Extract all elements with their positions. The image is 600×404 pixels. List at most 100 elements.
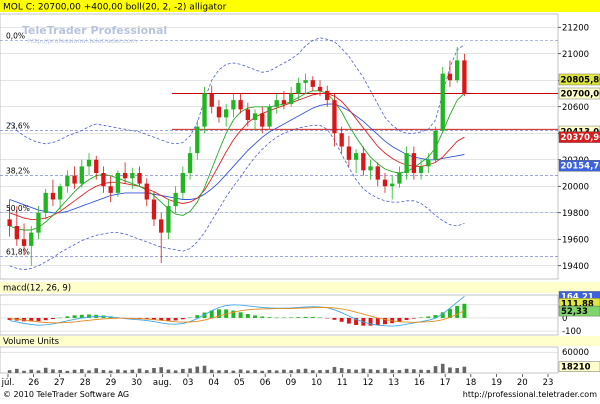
macd-panel: macd(12, 26, 9) 1000-100 164,21111,8852,… — [0, 282, 600, 337]
volume-bar — [412, 369, 416, 373]
volume-bar — [138, 369, 142, 373]
macd-histogram-bar — [188, 318, 192, 319]
volume-bar — [419, 370, 423, 373]
volume-bar — [398, 370, 402, 373]
candle-body — [36, 213, 40, 233]
volume-bar — [282, 370, 286, 373]
volume-bar — [217, 370, 221, 373]
volume-bar — [239, 369, 243, 373]
footer-copyright: © 2010 TeleTrader Software AG — [3, 390, 129, 399]
candle-body — [267, 107, 271, 127]
macd-histogram-bar — [289, 317, 293, 318]
candle-body — [340, 133, 344, 146]
time-tick-label: aug. — [153, 378, 172, 388]
macd-histogram-bar — [325, 318, 329, 319]
candle-body — [15, 226, 19, 239]
candle-body — [361, 153, 365, 170]
macd-histogram-bar — [332, 318, 336, 320]
price-tag-label: 20154,76 — [561, 162, 600, 172]
volume-bar — [58, 370, 62, 373]
time-tick-label: 06 — [260, 378, 271, 388]
volume-bar — [246, 371, 250, 373]
candle-body — [145, 184, 149, 200]
candle-body — [224, 109, 228, 117]
macd-histogram-bar — [426, 317, 430, 318]
watermark-url: http://professional.teletrader.com — [28, 37, 137, 45]
volume-axis: 60000 — [562, 348, 589, 358]
macd-histogram-bar — [405, 318, 409, 320]
price-tag-label: 20805,80 — [561, 75, 600, 85]
fib-label: 23,6% — [6, 122, 30, 131]
candle-body — [383, 180, 387, 187]
price-tick-label: 19600 — [562, 235, 589, 245]
volume-bar — [116, 369, 120, 373]
volume-bar — [203, 366, 207, 373]
fib-label: 38,2% — [6, 167, 30, 176]
candle-body — [130, 173, 134, 178]
volume-bar — [22, 371, 26, 373]
candle-body — [426, 160, 430, 167]
volume-title: Volume Units — [3, 337, 60, 347]
macd-tags: 164,21111,8852,33 — [559, 291, 600, 317]
candle-body — [123, 173, 127, 178]
macd-histogram-bar — [246, 314, 250, 318]
candle-body — [325, 91, 329, 100]
volume-bar — [210, 370, 214, 373]
candle-body — [87, 160, 91, 167]
time-tick-label: 23 — [543, 378, 554, 388]
candle-body — [368, 166, 372, 170]
macd-histogram-bar — [253, 315, 257, 317]
volume-bar — [152, 368, 156, 373]
volume-bar — [51, 369, 55, 373]
candle-body — [303, 80, 307, 83]
time-tick-label: 18 — [465, 378, 476, 388]
macd-histogram-bar — [239, 312, 243, 318]
volume-tag-label: 18210 — [561, 363, 591, 373]
candle-body — [217, 107, 221, 118]
chart-title: MOL C: 20700,00 +400,00 boll(20, 2, -2) … — [3, 3, 227, 13]
macd-histogram-bar — [44, 318, 48, 320]
macd-histogram-bar — [51, 318, 55, 319]
macd-histogram-bar — [347, 318, 351, 324]
macd-histogram-bar — [267, 317, 271, 318]
footer-url: http://professional.teletrader.com — [463, 390, 597, 399]
time-tick-label: 28 — [80, 378, 91, 388]
candle-body — [44, 193, 48, 213]
volume-bar — [463, 367, 467, 373]
volume-bar — [426, 370, 430, 373]
volume-bar — [390, 370, 394, 373]
macd-tag-label: 52,33 — [561, 307, 588, 317]
volume-bar — [15, 369, 19, 373]
volume-bar — [260, 371, 264, 373]
time-tick-label: 03 — [183, 378, 194, 388]
fib-label: 0,0% — [6, 32, 25, 41]
macd-histogram-bar — [412, 318, 416, 319]
volume-bar — [94, 368, 98, 373]
candle-body — [173, 193, 177, 206]
volume-bar — [102, 370, 106, 373]
volume-bar — [87, 370, 91, 373]
macd-histogram-bar — [455, 306, 459, 318]
volume-bar — [311, 370, 315, 373]
candle-body — [188, 153, 192, 173]
volume-bar — [195, 367, 199, 373]
volume-bar — [275, 370, 279, 373]
volume-bar — [80, 369, 84, 373]
macd-title: macd(12, 26, 9) — [3, 284, 71, 294]
volume-bar — [44, 368, 48, 373]
fib-label: 50,0% — [6, 204, 30, 213]
time-tick-label: 27 — [54, 378, 65, 388]
volume-bar — [174, 370, 178, 373]
macd-histogram-bar — [58, 318, 62, 319]
candle-body — [58, 186, 62, 199]
price-tick-label: 19800 — [562, 209, 589, 219]
candle-body — [455, 60, 459, 80]
volume-bar — [145, 370, 149, 373]
candle-body — [166, 206, 170, 233]
time-tick-label: júl. — [1, 378, 15, 388]
volume-bar — [340, 368, 344, 373]
macd-histogram-bar — [311, 317, 315, 318]
macd-histogram-bar — [181, 318, 185, 319]
candle-body — [152, 200, 156, 220]
macd-histogram-bar — [296, 317, 300, 318]
